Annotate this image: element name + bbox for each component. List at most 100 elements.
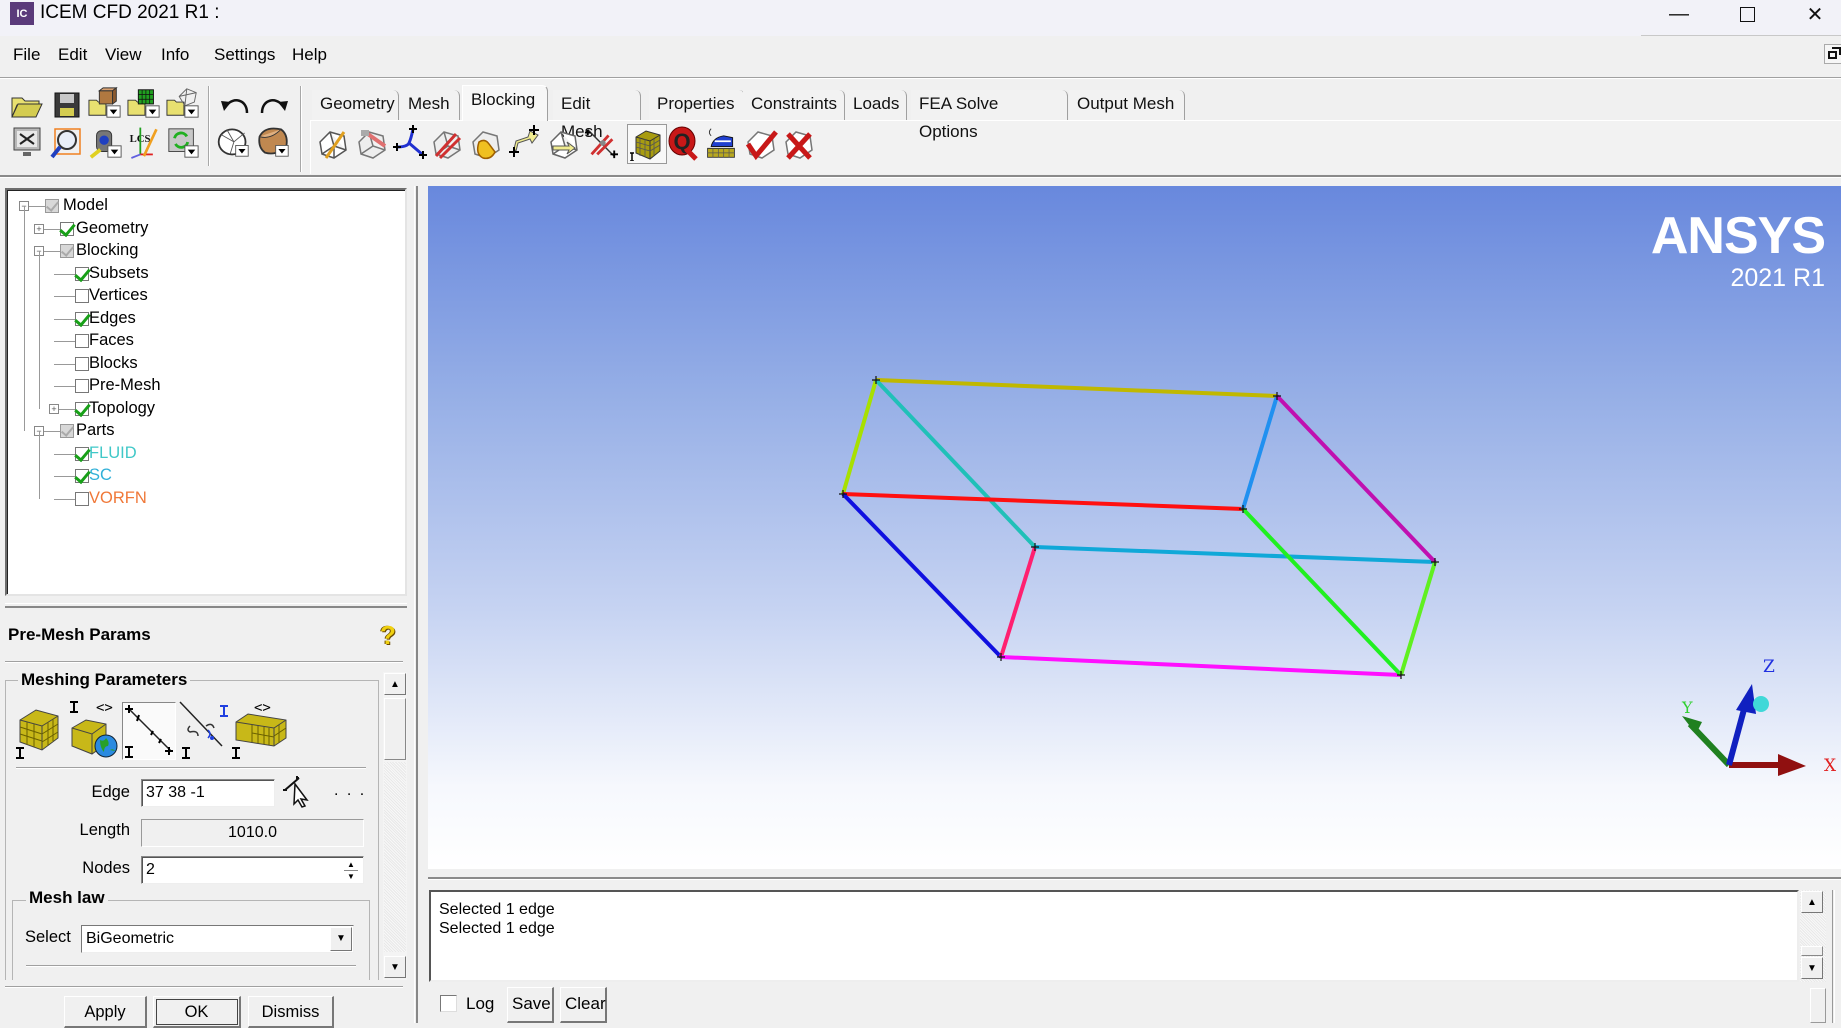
pre-mesh-params-icon[interactable]	[627, 124, 667, 164]
tab-properties[interactable]: Properties	[649, 90, 745, 120]
split-block-icon[interactable]	[355, 128, 389, 162]
create-block-icon[interactable]	[316, 128, 350, 162]
tab-mesh[interactable]: Mesh	[400, 90, 460, 120]
chevron-down-icon[interactable]: ▼	[330, 927, 352, 951]
blocking-wireframe[interactable]	[428, 186, 1841, 869]
edit-block-icon[interactable]	[430, 128, 464, 162]
expand-icon[interactable]: +	[34, 223, 44, 234]
wireframe-display-icon[interactable]	[216, 124, 250, 158]
nodes-increment-icon[interactable]: ▲	[344, 859, 358, 871]
tree-item-blocking[interactable]: −Blocking	[7, 240, 402, 263]
tree-checkbox[interactable]	[75, 334, 89, 348]
close-button[interactable]: ✕	[1781, 0, 1841, 28]
edge-front-top[interactable]	[1034, 545, 1436, 564]
save-log-button[interactable]: Save	[507, 987, 554, 1023]
tree-checkbox[interactable]	[75, 446, 89, 461]
mesh-law-select[interactable]: BiGeometric ▼	[81, 925, 354, 953]
panel-scrollbar[interactable]: ▲ ▼	[383, 672, 407, 980]
open-mesh-icon[interactable]	[127, 86, 161, 120]
message-resize-handle[interactable]	[1810, 988, 1826, 1023]
zoom-box-icon[interactable]	[50, 126, 84, 160]
minimize-button[interactable]: —	[1645, 0, 1713, 28]
nodes-stepper[interactable]: ▲ ▼	[344, 859, 358, 883]
expand-icon[interactable]: +	[49, 403, 59, 414]
scroll-track[interactable]	[384, 762, 406, 952]
edge-middle-red[interactable]	[842, 492, 1244, 511]
tab-loads[interactable]: Loads	[845, 90, 907, 120]
edge-front-upright[interactable]	[999, 546, 1037, 658]
scale-sizes-icon[interactable]: <>	[66, 700, 118, 760]
tree-checkbox[interactable]	[60, 424, 74, 438]
tree-checkbox[interactable]	[75, 266, 89, 281]
tree-checkbox[interactable]	[60, 221, 74, 236]
main-splitter[interactable]	[414, 186, 418, 1023]
tree-checkbox[interactable]	[75, 469, 89, 483]
edge-params-icon[interactable]	[122, 702, 176, 760]
edge-top-back[interactable]	[875, 378, 1278, 398]
tree-checkbox[interactable]	[75, 356, 89, 371]
measure-icon[interactable]	[89, 126, 123, 160]
help-icon[interactable]: ?	[376, 620, 400, 650]
tree-checkbox[interactable]	[75, 401, 89, 416]
menu-edit[interactable]: Edit	[58, 44, 87, 66]
edge-bottom-front[interactable]	[1000, 655, 1402, 677]
open-folder-icon[interactable]	[10, 88, 44, 122]
dismiss-button[interactable]: Dismiss	[248, 996, 334, 1028]
message-scrollbar[interactable]: ▲ ▼	[1800, 890, 1826, 982]
move-vertex-icon[interactable]	[508, 125, 542, 160]
log-checkbox[interactable]	[440, 995, 457, 1012]
edge-right-diagonal-bottom[interactable]	[1241, 507, 1403, 677]
save-disk-icon[interactable]	[50, 88, 84, 122]
menu-view[interactable]: View	[105, 44, 142, 66]
tree-item-sc[interactable]: SC	[7, 465, 402, 488]
edge-right-back-upright[interactable]	[1241, 395, 1279, 510]
scroll-thumb[interactable]	[384, 698, 406, 760]
menu-help[interactable]: Help	[292, 44, 327, 66]
fit-window-icon[interactable]	[10, 126, 44, 160]
tree-item-pre-mesh[interactable]: Pre-Mesh	[7, 375, 402, 398]
check-blocks-icon[interactable]	[744, 128, 778, 162]
merge-vertices-icon[interactable]	[393, 125, 427, 160]
graphics-viewport[interactable]: ANSYS 2021 R1 Z Y X	[428, 186, 1841, 869]
undo-icon[interactable]	[218, 88, 252, 122]
nodes-decrement-icon[interactable]: ▼	[344, 871, 358, 882]
tree-checkbox[interactable]	[60, 244, 74, 258]
define-block-params-icon[interactable]: <>	[232, 700, 292, 760]
open-geometry-icon[interactable]	[88, 86, 122, 120]
tree-item-edges[interactable]: Edges	[7, 308, 402, 331]
tree-item-model[interactable]: −Model	[7, 195, 402, 218]
tree-checkbox[interactable]	[75, 311, 89, 326]
tree-item-vertices[interactable]: Vertices	[7, 285, 402, 308]
tree-item-fluid[interactable]: FLUID	[7, 443, 402, 466]
tree-checkbox[interactable]	[75, 289, 89, 303]
edge-right-front-upright[interactable]	[1399, 561, 1437, 676]
tree-item-vorfn[interactable]: VORFN	[7, 488, 402, 511]
tree-item-geometry[interactable]: + Geometry	[7, 218, 402, 241]
maximize-button[interactable]	[1713, 0, 1781, 28]
scroll-down-button[interactable]: ▼	[384, 956, 406, 978]
nodes-input[interactable]: 2	[141, 856, 364, 884]
tree-item-faces[interactable]: Faces	[7, 330, 402, 353]
tree-item-blocks[interactable]: Blocks	[7, 353, 402, 376]
tree-checkbox[interactable]	[45, 199, 59, 213]
tab-fea-solve-options[interactable]: FEA Solve Options	[911, 90, 1068, 141]
edge-diagonal-left[interactable]	[874, 378, 1037, 549]
message-log[interactable]: Selected 1 edge Selected 1 edge	[429, 890, 1799, 982]
scroll-up-button[interactable]: ▲	[384, 673, 406, 695]
tab-blocking[interactable]: Blocking	[462, 85, 548, 121]
tree-item-parts[interactable]: −Parts	[7, 420, 402, 443]
clear-log-button[interactable]: Clear	[560, 987, 607, 1023]
tree-item-subsets[interactable]: Subsets	[7, 263, 402, 286]
tab-edit-mesh[interactable]: Edit Mesh	[553, 90, 641, 141]
edge-left-bottom[interactable]	[841, 492, 1003, 659]
restore-layout-button[interactable]	[1824, 44, 1841, 64]
viewport-messages-splitter[interactable]	[428, 877, 1841, 880]
message-scroll-up[interactable]: ▲	[1801, 891, 1823, 913]
tree-checkbox[interactable]	[75, 379, 89, 393]
tab-output-mesh[interactable]: Output Mesh	[1069, 90, 1185, 120]
associate-icon[interactable]	[469, 128, 503, 162]
more-options-button[interactable]: . . .	[334, 782, 366, 800]
transform-blocks-icon[interactable]	[547, 128, 581, 162]
select-edge-button[interactable]	[281, 774, 317, 808]
menu-settings[interactable]: Settings	[214, 44, 275, 66]
